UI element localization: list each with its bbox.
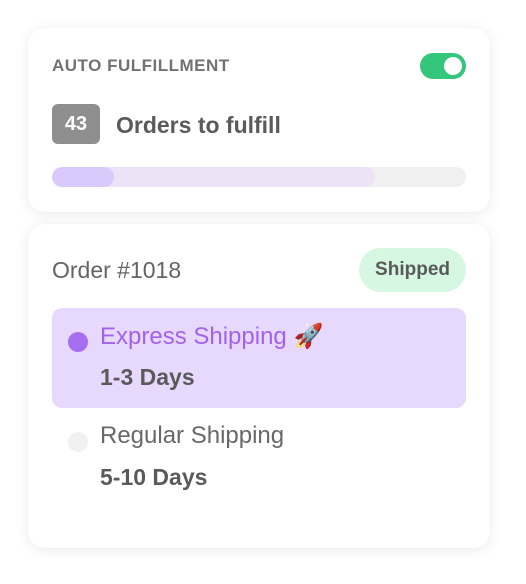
toggle-knob: [444, 57, 462, 75]
shipping-option-days: 1-3 Days: [100, 364, 195, 390]
radio-unselected[interactable]: [68, 432, 88, 452]
radio-selected[interactable]: [68, 332, 88, 352]
regular-shipping-option[interactable]: Regular Shipping 5-10 Days: [52, 408, 466, 508]
express-shipping-option[interactable]: Express Shipping 🚀 1-3 Days: [52, 308, 466, 408]
shipping-option-name: Regular Shipping: [100, 422, 285, 449]
status-badge: Shipped: [359, 248, 466, 292]
fulfillment-progress-bar: [52, 167, 466, 187]
auto-fulfillment-toggle[interactable]: [420, 53, 466, 79]
order-title: Order #1018: [52, 257, 182, 283]
auto-fulfillment-title: AUTO FULFILLMENT: [52, 56, 230, 75]
shipping-option-days: 5-10 Days: [100, 464, 208, 490]
progress-primary-fill: [52, 167, 115, 187]
orders-count-badge: 43: [52, 104, 100, 144]
orders-to-fulfill-label: Orders to fulfill: [116, 112, 281, 138]
order-card: Order #1018 Shipped Express Shipping 🚀 1…: [28, 224, 490, 548]
shipping-option-name: Express Shipping 🚀: [100, 323, 324, 350]
auto-fulfillment-card: AUTO FULFILLMENT 43 Orders to fulfill: [28, 28, 490, 212]
